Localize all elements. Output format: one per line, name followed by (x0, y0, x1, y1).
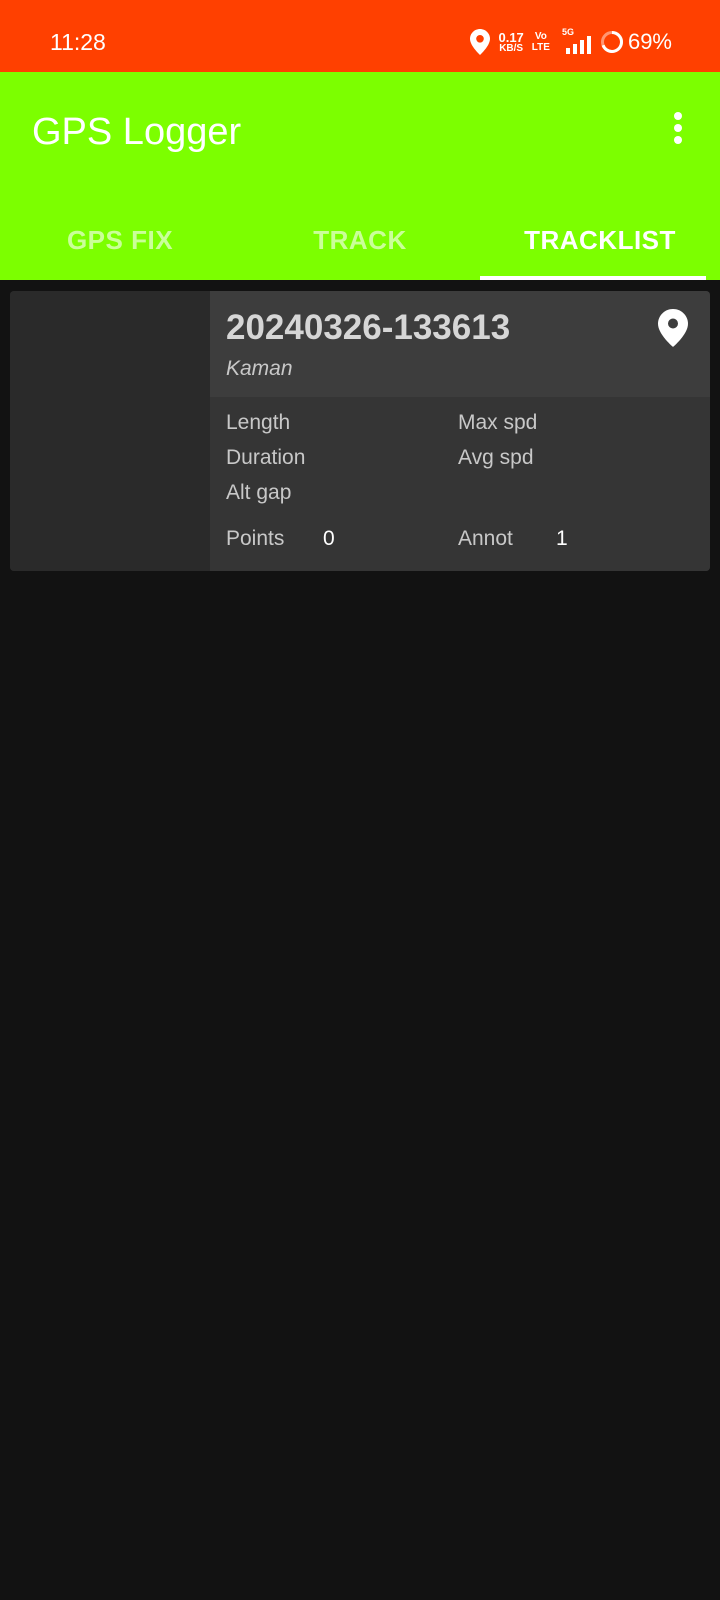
track-card-body: Length Max spd Duration Avg spd Alt gap … (210, 397, 710, 571)
track-name: 20240326-133613 (226, 308, 511, 347)
points-value: 0 (323, 527, 335, 550)
menu-dot (674, 136, 682, 144)
map-pin-icon[interactable] (658, 309, 688, 347)
max-speed-label: Max spd (458, 411, 538, 434)
status-time: 11:28 (50, 29, 106, 55)
track-thumbnail (10, 291, 210, 571)
network-speed: 0.17 KB/S (498, 31, 523, 54)
app-title: GPS Logger (32, 111, 242, 153)
annot-value: 1 (556, 527, 568, 550)
network-speed-unit: KB/S (499, 42, 524, 54)
track-description: Kaman (226, 357, 293, 380)
points-label: Points (226, 527, 285, 550)
signal-icon: 5G (558, 27, 592, 54)
volte-indicator: Vo LTE (532, 31, 550, 53)
battery-icon (600, 30, 624, 54)
tab-tracklist[interactable]: TRACKLIST (480, 200, 720, 280)
length-label: Length (226, 411, 291, 434)
tab-bar: GPS FIX TRACK TRACKLIST (0, 200, 720, 280)
location-icon (470, 29, 491, 55)
annot-label: Annot (458, 527, 513, 550)
more-vert-icon[interactable] (666, 108, 690, 148)
track-card-header: 20240326-133613 Kaman (210, 291, 710, 397)
menu-dot (674, 124, 682, 132)
duration-label: Duration (226, 446, 306, 469)
track-card[interactable]: 20240326-133613 Kaman Length Max spd Dur… (10, 291, 710, 571)
menu-dot (674, 112, 682, 120)
status-bar: 11:28 0.17 KB/S Vo LTE 5G 69% (0, 0, 720, 72)
alt-gap-label: Alt gap (226, 481, 292, 504)
tab-gps-fix[interactable]: GPS FIX (0, 200, 240, 280)
volte-top: Vo (534, 31, 547, 42)
tab-track[interactable]: TRACK (240, 200, 480, 280)
status-icons: 0.17 KB/S Vo LTE 5G 69% (462, 27, 672, 57)
network-speed-value: 0.17 (498, 29, 524, 45)
app-bar: GPS Logger GPS FIX TRACK TRACKLIST (0, 72, 720, 280)
avg-speed-label: Avg spd (458, 446, 534, 469)
volte-bottom: LTE (531, 42, 550, 53)
battery-percent: 69% (627, 29, 672, 54)
